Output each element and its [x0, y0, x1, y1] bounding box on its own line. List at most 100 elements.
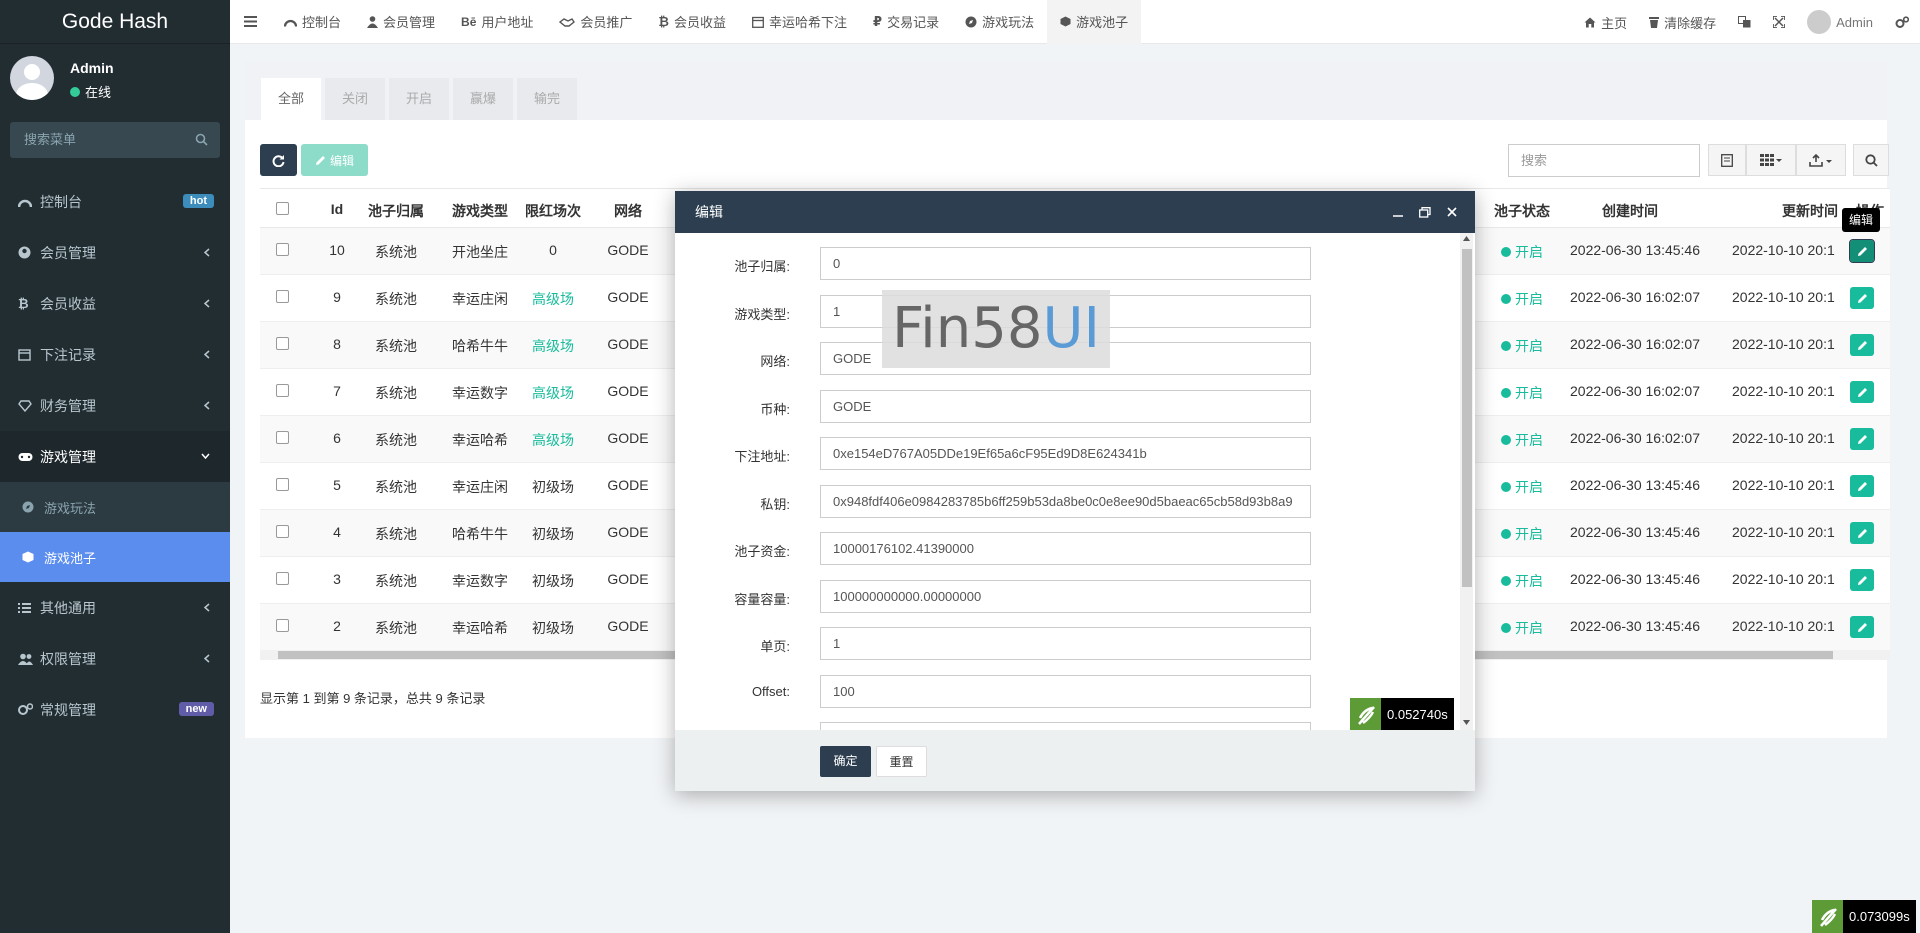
- language-button[interactable]: [1727, 0, 1762, 44]
- row-edit-button[interactable]: [1850, 522, 1874, 544]
- form-input[interactable]: 10000176102.41390000: [820, 532, 1311, 565]
- cell-network: GODE: [607, 242, 649, 258]
- form-input[interactable]: 0xe154eD767A05DDe19Ef65a6cF95Ed9D8E62434…: [820, 437, 1311, 470]
- nav-tab-addresses[interactable]: Bē 用户地址: [448, 0, 546, 44]
- row-checkbox[interactable]: [276, 337, 289, 350]
- sidebar-item-bets[interactable]: 下注记录: [0, 329, 230, 380]
- tab-all[interactable]: 全部: [261, 78, 321, 120]
- col-header-status[interactable]: 池子状态: [1482, 201, 1562, 221]
- edit-toolbar-button[interactable]: 编辑: [301, 144, 368, 176]
- refresh-button[interactable]: [260, 144, 297, 176]
- pencil-icon: [1857, 622, 1867, 632]
- nav-tab-promotion[interactable]: 会员推广: [546, 0, 645, 44]
- row-edit-button[interactable]: [1850, 616, 1874, 638]
- form-input[interactable]: 100000000000.00000000: [820, 579, 1311, 613]
- nav-tab-hash-bets[interactable]: 幸运哈希下注: [739, 0, 860, 44]
- cell-id: 2: [333, 618, 341, 634]
- cell-limit: 高级场: [532, 291, 574, 307]
- row-edit-button[interactable]: [1850, 569, 1874, 591]
- fullscreen-button[interactable]: [1762, 0, 1796, 44]
- app-logo[interactable]: Gode Hash: [0, 0, 230, 44]
- form-input-partial[interactable]: [820, 722, 1311, 730]
- row-checkbox[interactable]: [276, 525, 289, 538]
- cell-limit: 高级场: [532, 385, 574, 401]
- sidebar-item-general[interactable]: 常规管理 new: [0, 684, 230, 735]
- nav-tab-game-rules[interactable]: 游戏玩法: [952, 0, 1047, 44]
- maximize-button[interactable]: [1419, 191, 1431, 233]
- sidebar-item-game-pools[interactable]: 游戏池子: [0, 532, 230, 582]
- sidebar-search-input[interactable]: 搜索菜单: [10, 122, 220, 158]
- tab-closed[interactable]: 关闭: [325, 78, 385, 120]
- menu-toggle-button[interactable]: [230, 0, 271, 44]
- cell-network: GODE: [607, 336, 649, 352]
- form-input[interactable]: 0: [820, 247, 1311, 280]
- form-input[interactable]: 0x948fdf406e0984283785b6ff259b53da8be0c0…: [820, 484, 1311, 518]
- nav-tab-earnings[interactable]: ₿ 会员收益: [645, 0, 739, 44]
- sidebar-item-game-rules[interactable]: 游戏玩法: [0, 482, 230, 532]
- sidebar-item-dashboard[interactable]: 控制台 hot: [0, 176, 230, 227]
- row-edit-button[interactable]: [1849, 239, 1875, 263]
- sidebar-item-other[interactable]: 其他通用: [0, 582, 230, 633]
- col-header-game-type[interactable]: 游戏类型: [440, 201, 520, 221]
- cell-status: 开启: [1482, 430, 1562, 450]
- hot-badge: hot: [182, 194, 214, 208]
- compass-icon: [965, 16, 977, 27]
- columns-button[interactable]: [1746, 144, 1796, 176]
- sidebar-item-earnings[interactable]: ₿ 会员收益: [0, 278, 230, 329]
- clear-cache-button[interactable]: 清除缓存: [1638, 0, 1727, 44]
- nav-tab-game-pools[interactable]: 游戏池子: [1047, 0, 1142, 44]
- modal-scrollbar[interactable]: [1460, 233, 1473, 730]
- sidebar-item-permissions[interactable]: 权限管理: [0, 633, 230, 684]
- form-label: 下注地址:: [734, 449, 790, 464]
- col-header-owner[interactable]: 池子归属: [356, 201, 436, 221]
- search-icon[interactable]: [195, 133, 208, 146]
- reset-button[interactable]: 重置: [876, 746, 927, 777]
- row-edit-button[interactable]: [1850, 428, 1874, 450]
- edit-toolbar-label: 编辑: [329, 153, 354, 168]
- row-edit-button[interactable]: [1850, 287, 1874, 309]
- col-header-limit[interactable]: 限红场次: [513, 201, 593, 221]
- form-input[interactable]: GODE: [820, 389, 1311, 423]
- export-button[interactable]: [1796, 144, 1846, 176]
- search-toggle-button[interactable]: [1853, 144, 1889, 176]
- sidebar-item-members[interactable]: 会员管理: [0, 227, 230, 278]
- settings-button[interactable]: [1884, 0, 1920, 44]
- row-checkbox[interactable]: [276, 431, 289, 444]
- table-search-input[interactable]: 搜索: [1508, 144, 1700, 177]
- row-checkbox[interactable]: [276, 290, 289, 303]
- row-edit-button[interactable]: [1850, 475, 1874, 497]
- chevron-left-icon: [204, 654, 210, 663]
- row-edit-button[interactable]: [1850, 334, 1874, 356]
- row-checkbox[interactable]: [276, 243, 289, 256]
- tab-lose-all[interactable]: 输完: [517, 78, 577, 120]
- modal-timer: 0.052740s: [1350, 698, 1454, 730]
- sidebar-item-finance[interactable]: 财务管理: [0, 380, 230, 431]
- nav-tab-dashboard[interactable]: 控制台: [271, 0, 354, 44]
- col-header-id[interactable]: Id: [312, 201, 362, 217]
- select-all-checkbox[interactable]: [276, 202, 289, 215]
- col-header-network[interactable]: 网络: [588, 201, 668, 221]
- row-checkbox[interactable]: [276, 384, 289, 397]
- close-button[interactable]: [1447, 191, 1457, 233]
- confirm-button[interactable]: 确定: [820, 746, 871, 777]
- translate-icon: [1738, 16, 1751, 28]
- cell-status: 开启: [1482, 524, 1562, 544]
- toggle-view-button[interactable]: [1708, 144, 1746, 176]
- nav-tab-members[interactable]: 会员管理: [354, 0, 448, 44]
- home-link[interactable]: 主页: [1573, 0, 1638, 44]
- row-checkbox[interactable]: [276, 572, 289, 585]
- row-checkbox[interactable]: [276, 478, 289, 491]
- tab-open[interactable]: 开启: [389, 78, 449, 120]
- dashboard-icon: [18, 196, 34, 208]
- user-menu[interactable]: Admin: [1796, 0, 1884, 44]
- form-input[interactable]: 100: [820, 674, 1311, 708]
- nav-tab-transactions[interactable]: ₽ 交易记录: [860, 0, 952, 44]
- form-input[interactable]: 1: [820, 627, 1311, 660]
- modal-header[interactable]: 编辑: [675, 191, 1475, 233]
- tab-win-burst[interactable]: 赢爆: [453, 78, 513, 120]
- row-checkbox[interactable]: [276, 619, 289, 632]
- row-edit-button[interactable]: [1850, 381, 1874, 403]
- sidebar-item-games[interactable]: 游戏管理: [0, 431, 230, 482]
- col-header-created[interactable]: 创建时间: [1555, 201, 1705, 221]
- minimize-button[interactable]: [1393, 191, 1403, 233]
